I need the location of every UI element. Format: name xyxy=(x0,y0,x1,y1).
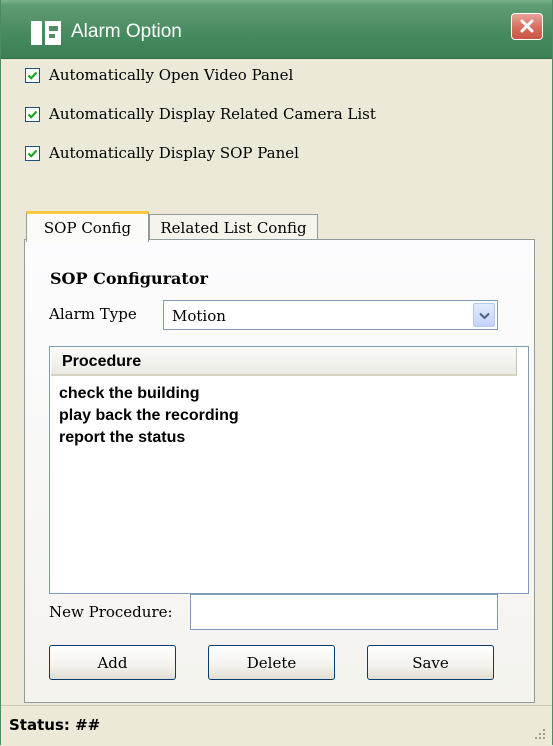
option-label: Automatically Display Related Camera Lis… xyxy=(49,105,376,123)
alarm-type-value: Motion xyxy=(172,307,226,325)
tab-sop-config[interactable]: SOP Config xyxy=(26,211,149,242)
check-icon xyxy=(27,71,38,80)
option-label: Automatically Open Video Panel xyxy=(49,66,294,84)
alarm-type-label: Alarm Type xyxy=(49,305,137,323)
checkbox-display-camera-list[interactable] xyxy=(25,106,40,122)
resize-grip-icon[interactable] xyxy=(532,726,546,740)
new-procedure-input[interactable] xyxy=(190,594,498,630)
procedure-column-header[interactable]: Procedure xyxy=(51,348,517,376)
new-procedure-label: New Procedure: xyxy=(49,603,173,621)
procedure-item[interactable]: play back the recording xyxy=(59,405,239,427)
option-label: Automatically Display SOP Panel xyxy=(49,144,299,162)
window-title: Alarm Option xyxy=(71,21,182,42)
checkbox-open-video-panel[interactable] xyxy=(25,67,40,83)
add-button[interactable]: Add xyxy=(49,645,176,680)
save-button[interactable]: Save xyxy=(367,645,494,680)
close-button[interactable] xyxy=(511,13,543,40)
tab-label: SOP Config xyxy=(43,219,132,237)
status-bar: Status: ## xyxy=(1,705,552,746)
option-display-sop-panel[interactable]: Automatically Display SOP Panel xyxy=(25,142,299,164)
alarm-option-window: Alarm Option Automatically Open Video Pa… xyxy=(0,0,553,746)
procedure-item[interactable]: report the status xyxy=(59,427,239,449)
tab-related-list-config[interactable]: Related List Config xyxy=(149,214,318,240)
procedure-list[interactable]: Procedure check the building play back t… xyxy=(49,346,529,594)
dropdown-button[interactable] xyxy=(473,303,495,327)
procedure-item[interactable]: check the building xyxy=(59,383,239,405)
sop-configurator-title: SOP Configurator xyxy=(50,269,208,288)
delete-button[interactable]: Delete xyxy=(208,645,335,680)
check-icon xyxy=(27,110,38,119)
chevron-down-icon xyxy=(479,312,490,320)
option-display-camera-list[interactable]: Automatically Display Related Camera Lis… xyxy=(25,103,376,125)
app-icon xyxy=(31,21,61,45)
check-icon xyxy=(27,149,38,158)
alarm-type-select[interactable]: Motion xyxy=(163,300,498,330)
status-text: Status: ## xyxy=(9,716,101,734)
checkbox-display-sop-panel[interactable] xyxy=(25,145,40,161)
option-open-video-panel[interactable]: Automatically Open Video Panel xyxy=(25,64,293,86)
tab-label: Related List Config xyxy=(160,218,307,237)
close-icon xyxy=(520,19,534,33)
title-bar[interactable]: Alarm Option xyxy=(1,0,552,59)
